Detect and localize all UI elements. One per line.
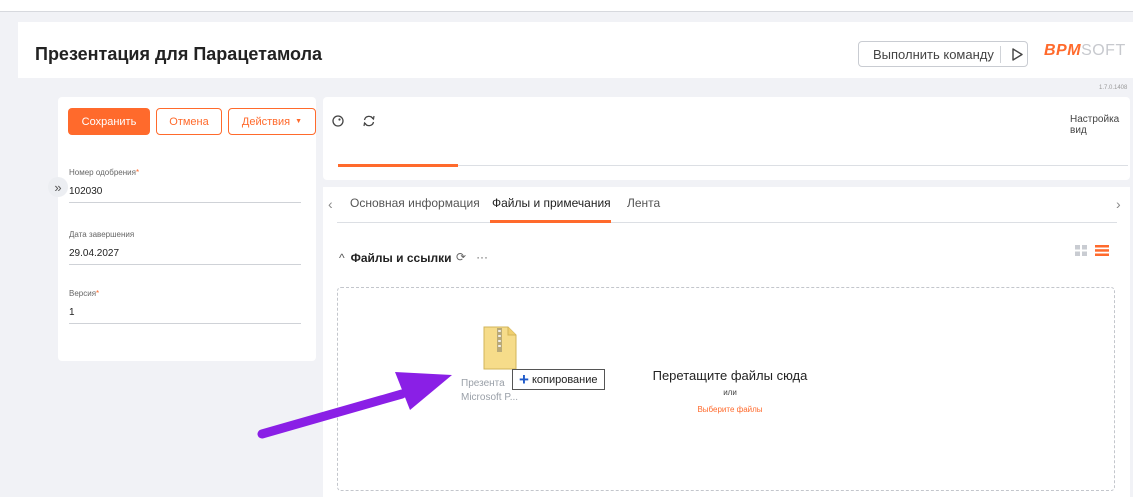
version-value[interactable]: 1 [69, 307, 301, 324]
required-mark: * [96, 289, 100, 298]
tabs-scroll-left-icon[interactable]: ‹ [328, 196, 333, 212]
app-version: 1.7.0.1408 [1099, 85, 1128, 91]
approval-number-value[interactable]: 102030 [69, 186, 301, 203]
copy-drag-tooltip: + копирование [512, 369, 605, 390]
page-header: Презентация для Парацетамола Выполнить к… [18, 22, 1133, 91]
record-header-panel [323, 97, 1130, 180]
approval-number-label: Номер одобрения [69, 168, 136, 177]
refresh-icon[interactable]: ⟳ [456, 250, 466, 264]
tab-main-info[interactable]: Основная информация [350, 196, 480, 210]
zip-file-icon [483, 326, 517, 370]
caret-down-icon: ▼ [295, 118, 303, 125]
required-mark: * [135, 168, 140, 177]
more-options-icon[interactable]: ··· [476, 250, 488, 264]
play-icon[interactable] [1009, 46, 1025, 63]
dropzone-text: Перетащите файлы сюда [652, 368, 808, 383]
save-button[interactable]: Сохранить [68, 108, 150, 135]
end-date-field[interactable]: Дата завершения 29.04.2027 [69, 230, 301, 265]
version-label: Версия [69, 289, 97, 298]
refresh-icon[interactable] [362, 114, 376, 128]
plus-icon: + [519, 370, 529, 389]
end-date-label: Дата завершения [69, 230, 135, 239]
files-tab-panel: ‹ Основная информация Файлы и примечания… [323, 187, 1130, 497]
list-view-icon[interactable] [1095, 245, 1109, 256]
record-side-panel: Сохранить Отмена Действия ▼ Номер одобре… [58, 97, 316, 361]
command-input[interactable]: Выполнить команду [858, 41, 1028, 67]
command-input-placeholder: Выполнить команду [873, 47, 994, 62]
tabs-divider [337, 222, 1117, 223]
file-dropzone[interactable]: Перетащите файлы сюда или Выберите файлы [337, 287, 1115, 491]
actions-button[interactable]: Действия ▼ [228, 108, 316, 135]
header-active-underline [338, 164, 458, 167]
cancel-button[interactable]: Отмена [156, 108, 222, 135]
version-field[interactable]: Версия* 1 [69, 289, 301, 324]
files-section-header[interactable]: ^ Файлы и ссылки [339, 251, 451, 265]
tab-files-notes[interactable]: Файлы и примечания [492, 196, 611, 210]
tag-icon[interactable] [331, 114, 345, 128]
end-date-value[interactable]: 29.04.2027 [69, 248, 301, 265]
actions-button-label: Действия [241, 115, 291, 128]
page-title: Презентация для Парацетамола [35, 44, 323, 64]
window-top-bar [0, 0, 1133, 12]
expand-panel-icon[interactable]: » [48, 177, 68, 197]
view-settings-link[interactable]: Настройка вид [1070, 114, 1133, 136]
grid-view-icon[interactable] [1075, 245, 1087, 256]
active-tab-underline [490, 220, 611, 223]
tabs-scroll-right-icon[interactable]: › [1116, 196, 1121, 212]
dragged-file-name: Презента Microsoft P... [461, 378, 519, 403]
chevron-up-icon[interactable]: ^ [339, 251, 345, 265]
approval-number-field[interactable]: Номер одобрения* 102030 [69, 168, 301, 203]
files-section-title: Файлы и ссылки [350, 251, 452, 265]
command-separator [1000, 46, 1001, 63]
choose-files-link[interactable]: Выберите файлы [640, 405, 820, 414]
tab-feed[interactable]: Лента [627, 196, 660, 210]
dropzone-or: или [723, 388, 737, 397]
copy-label: копирование [531, 373, 598, 386]
bpmsoft-logo: BPMSOFT [1044, 42, 1126, 59]
